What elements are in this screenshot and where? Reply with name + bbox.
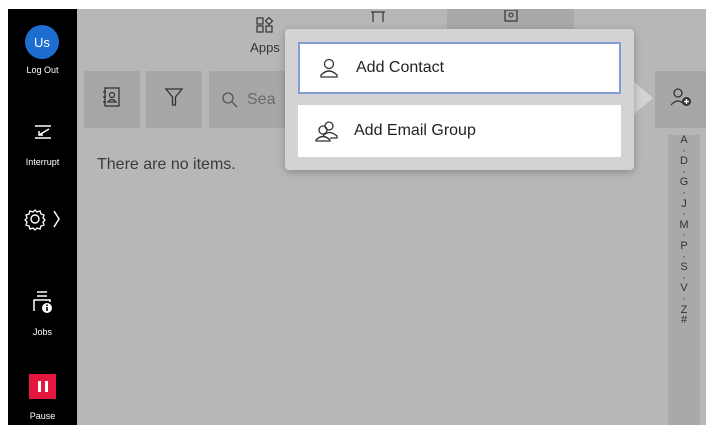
add-contact-menu-item[interactable]: Add Contact — [298, 42, 621, 94]
interrupt-label[interactable]: Interrupt — [8, 157, 77, 167]
logout-label[interactable]: Log Out — [8, 65, 77, 75]
search-icon — [221, 91, 239, 109]
add-menu-popup: Add Contact Add Email Group — [285, 29, 634, 170]
person-icon — [316, 57, 342, 79]
apps-grid-icon — [256, 16, 274, 38]
address-book-icon — [101, 86, 123, 113]
filter-button[interactable] — [146, 71, 202, 128]
filter-funnel-icon — [164, 86, 184, 113]
alpha-index-entry[interactable]: # — [681, 315, 687, 326]
settings-gear-icon[interactable] — [8, 207, 77, 231]
user-avatar[interactable]: Us — [25, 25, 59, 59]
left-sidebar: Us Log Out Interrupt Jobs Pause — [8, 9, 77, 425]
empty-list-message: There are no items. — [97, 156, 236, 173]
add-person-icon — [669, 86, 693, 113]
device-icon — [369, 9, 387, 27]
interrupt-icon[interactable] — [8, 121, 77, 141]
search-placeholder: Sea — [247, 90, 276, 108]
pause-button[interactable] — [29, 374, 56, 399]
alpha-index-entry[interactable]: P — [680, 241, 687, 252]
alpha-index-entry: · — [682, 292, 686, 305]
add-email-group-menu-item[interactable]: Add Email Group — [298, 105, 621, 157]
alpha-index-entry[interactable]: A — [680, 135, 687, 146]
address-book-filter-button[interactable] — [84, 71, 140, 128]
popup-pointer — [633, 81, 653, 115]
add-email-group-label: Add Email Group — [354, 122, 476, 139]
people-group-icon — [314, 120, 340, 142]
alphabet-index[interactable]: A · D · G · J · M · P · S · V · Z # — [668, 135, 700, 425]
address-book-icon — [502, 9, 520, 27]
add-contact-label: Add Contact — [356, 59, 445, 76]
jobs-label[interactable]: Jobs — [8, 327, 77, 337]
jobs-icon[interactable] — [8, 289, 77, 315]
alpha-index-entry: · — [682, 186, 686, 199]
search-input[interactable]: Sea — [209, 71, 289, 128]
add-contact-menu-button[interactable] — [655, 71, 706, 128]
address-book-screen: Us Log Out Interrupt Jobs Pause Apps Sea… — [8, 9, 706, 425]
tab-apps-label: Apps — [250, 40, 280, 55]
pause-label[interactable]: Pause — [8, 411, 77, 421]
